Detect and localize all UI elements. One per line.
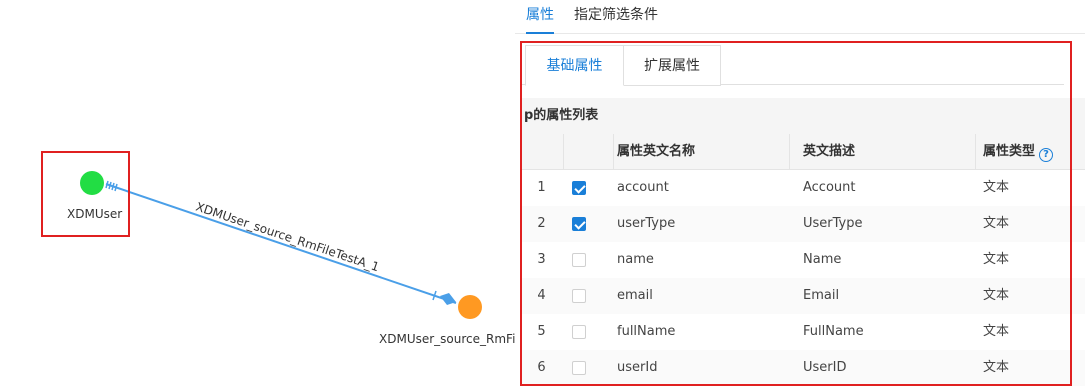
diagram-canvas[interactable]: XDMUser_source_RmFileTestA_1 XDMUser XDM…: [0, 0, 515, 389]
edge-label: XDMUser_source_RmFileTestA_1: [194, 200, 381, 275]
node-selection-box: [41, 151, 130, 237]
tab-properties[interactable]: 属性: [526, 6, 554, 34]
tab-filter-conditions[interactable]: 指定筛选条件: [574, 6, 658, 34]
node-label-xdmuser: XDMUser: [67, 207, 123, 221]
edge-end-marker: [432, 290, 456, 305]
node-xdmuser-source[interactable]: [458, 295, 482, 319]
property-section-highlight: [520, 41, 1072, 386]
edge-line[interactable]: [105, 183, 457, 304]
top-tab-bar: 属性 指定筛选条件: [515, 0, 1085, 34]
node-label-source: XDMUser_source_RmFil: [379, 332, 515, 346]
properties-panel: 属性 指定筛选条件 基础属性 扩展属性 p的属性列表 属性英文名称 英文描述 属…: [515, 0, 1085, 389]
